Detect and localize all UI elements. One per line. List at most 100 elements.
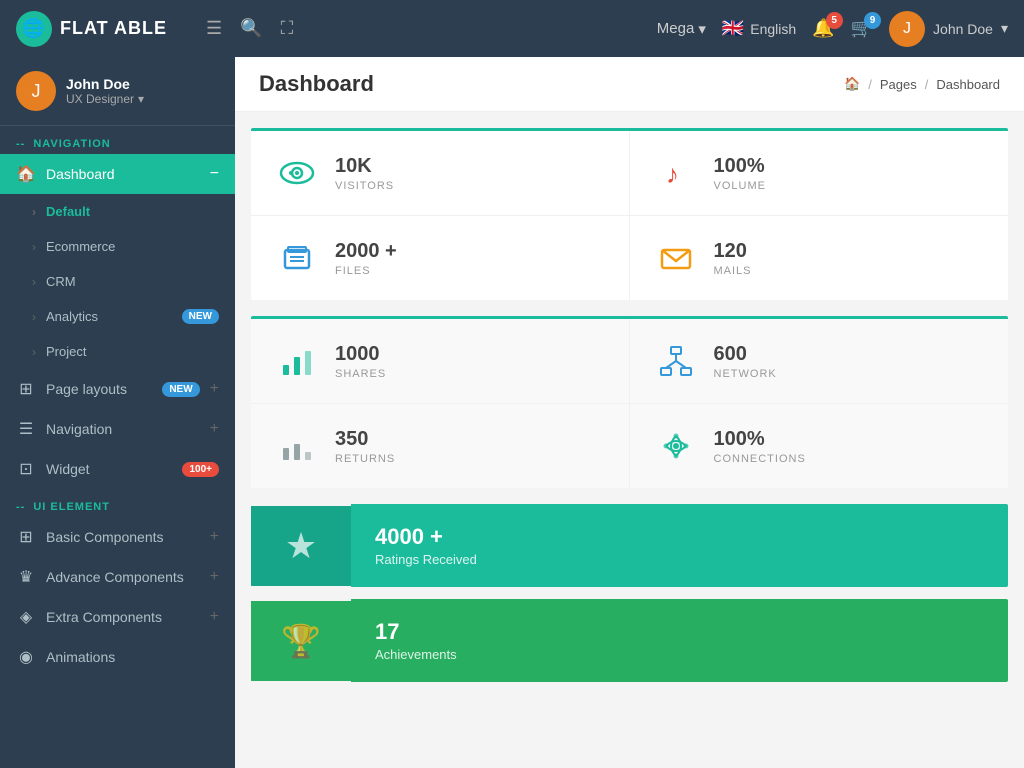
basic-components-plus-icon[interactable]: + (210, 528, 219, 546)
stat-cell-network: 600 NETWORK (630, 319, 1009, 404)
widget-badge: 100+ (182, 462, 219, 477)
sidebar-navigation-label: Navigation (46, 421, 200, 437)
sidebar-user-name: John Doe (66, 76, 144, 92)
ratings-card-icon-bg: ★ (251, 506, 351, 586)
star-icon: ★ (285, 525, 317, 567)
language-button[interactable]: 🇬🇧 English (722, 18, 796, 39)
mega-menu-button[interactable]: Mega ▾ (657, 20, 706, 38)
stat-cell-connections: 100% CONNECTIONS (630, 404, 1009, 488)
returns-info: 350 RETURNS (335, 428, 395, 465)
volume-label: VOLUME (714, 180, 766, 192)
analytics-new-badge: NEW (182, 309, 219, 324)
main-content: Dashboard 🏠 / Pages / Dashboard (235, 57, 1024, 768)
sidebar-item-basic-components[interactable]: ⊞ Basic Components + (0, 517, 235, 557)
sidebar-item-advance-components[interactable]: ♛ Advance Components + (0, 557, 235, 597)
mails-value: 120 (714, 240, 752, 263)
sidebar-basic-components-label: Basic Components (46, 529, 200, 545)
extra-components-icon: ◈ (16, 607, 36, 627)
sidebar-item-crm[interactable]: › CRM (0, 264, 235, 299)
network-icon (654, 339, 698, 383)
mega-arrow-icon: ▾ (698, 20, 706, 38)
sidebar-item-ecommerce[interactable]: › Ecommerce (0, 229, 235, 264)
sidebar-item-animations[interactable]: ◉ Animations (0, 637, 235, 677)
breadcrumb-pages: Pages (880, 77, 917, 92)
home-icon: 🏠 (16, 164, 36, 184)
visitors-label: VISITORS (335, 180, 394, 192)
content-body: 10K VISITORS ♪ 100% VOLUME (235, 112, 1024, 710)
layout: J John Doe UX Designer ▾ NAVIGATION 🏠 Da… (0, 57, 1024, 768)
visitors-value: 10K (335, 155, 394, 178)
sidebar-widget-label: Widget (46, 461, 172, 477)
breadcrumb-dashboard: Dashboard (936, 77, 1000, 92)
achievements-card: 🏆 17 Achievements (251, 599, 1008, 682)
sidebar-avatar: J (16, 71, 56, 111)
mega-label: Mega (657, 20, 695, 37)
topnav-right: Mega ▾ 🇬🇧 English 🔔 5 🛒 9 J John Doe ▾ (657, 11, 1008, 47)
logo-icon: 🌐 (16, 11, 52, 47)
visitors-info: 10K VISITORS (335, 155, 394, 192)
lang-flag-icon: 🇬🇧 (722, 18, 744, 39)
extra-components-plus-icon[interactable]: + (210, 608, 219, 626)
page-layouts-plus-icon[interactable]: + (210, 380, 219, 398)
expand-button[interactable]: ⛶ (281, 18, 294, 39)
user-menu-button[interactable]: J John Doe ▾ (889, 11, 1008, 47)
page-title: Dashboard (259, 71, 374, 97)
trophy-icon: 🏆 (281, 622, 321, 660)
sidebar-item-page-layouts[interactable]: ⊞ Page layouts NEW + (0, 369, 235, 409)
topnav-icons: ☰ 🔍 ⛶ (206, 18, 293, 39)
breadcrumb-sep-2: / (925, 77, 929, 92)
stat-cell-visitors: 10K VISITORS (251, 131, 630, 216)
returns-value: 350 (335, 428, 395, 451)
ratings-label: Ratings Received (375, 552, 984, 567)
advance-components-plus-icon[interactable]: + (210, 568, 219, 586)
messages-badge: 9 (864, 12, 881, 29)
navigation-plus-icon[interactable]: + (210, 420, 219, 438)
ratings-card-content: 4000 + Ratings Received (351, 504, 1008, 587)
breadcrumb: 🏠 / Pages / Dashboard (844, 76, 1000, 92)
shares-value: 1000 (335, 343, 386, 366)
advance-components-icon: ♛ (16, 567, 36, 587)
visitors-icon (275, 151, 319, 195)
user-role-chevron-icon: ▾ (138, 92, 144, 106)
sidebar-animations-label: Animations (46, 649, 219, 665)
topnav-user-name: John Doe (933, 21, 993, 37)
notifications-badge: 5 (826, 12, 843, 29)
sidebar-page-layouts-label: Page layouts (46, 381, 152, 397)
sidebar-item-analytics[interactable]: › Analytics NEW (0, 299, 235, 334)
sidebar-analytics-label: Analytics (46, 309, 172, 324)
topnav: 🌐 FLAT ABLE ☰ 🔍 ⛶ Mega ▾ 🇬🇧 English 🔔 5 … (0, 0, 1024, 57)
sidebar-item-project[interactable]: › Project (0, 334, 235, 369)
breadcrumb-home-icon: 🏠 (844, 76, 860, 92)
navigation-icon: ☰ (16, 419, 36, 439)
chevron-right-icon: › (32, 240, 36, 254)
widget-icon: ⊡ (16, 459, 36, 479)
collapse-icon: − (210, 165, 219, 183)
app-name: FLAT ABLE (60, 18, 167, 39)
sidebar-dashboard-label: Dashboard (46, 166, 200, 182)
sidebar-item-dashboard[interactable]: 🏠 Dashboard − (0, 154, 235, 194)
connections-info: 100% CONNECTIONS (714, 428, 806, 465)
menu-button[interactable]: ☰ (206, 18, 222, 39)
chevron-right-icon: › (32, 275, 36, 289)
sidebar-item-default[interactable]: › Default (0, 194, 235, 229)
sidebar-item-extra-components[interactable]: ◈ Extra Components + (0, 597, 235, 637)
mails-label: MAILS (714, 265, 752, 277)
volume-info: 100% VOLUME (714, 155, 766, 192)
sidebar-user-panel: J John Doe UX Designer ▾ (0, 57, 235, 126)
mails-info: 120 MAILS (714, 240, 752, 277)
achievements-card-content: 17 Achievements (351, 599, 1008, 682)
chevron-right-icon: › (32, 205, 36, 219)
sidebar-ecommerce-label: Ecommerce (46, 239, 219, 254)
ratings-value: 4000 + (375, 524, 984, 550)
messages-button[interactable]: 🛒 9 (851, 18, 873, 39)
content-header: Dashboard 🏠 / Pages / Dashboard (235, 57, 1024, 112)
lang-label: English (750, 21, 796, 37)
user-avatar-top: J (889, 11, 925, 47)
notifications-button[interactable]: 🔔 5 (812, 18, 834, 39)
files-icon (275, 236, 319, 280)
search-button[interactable]: 🔍 (240, 18, 262, 39)
sidebar-item-navigation[interactable]: ☰ Navigation + (0, 409, 235, 449)
sidebar-extra-components-label: Extra Components (46, 609, 200, 625)
stat-cell-mails: 120 MAILS (630, 216, 1009, 300)
sidebar-item-widget[interactable]: ⊡ Widget 100+ (0, 449, 235, 489)
